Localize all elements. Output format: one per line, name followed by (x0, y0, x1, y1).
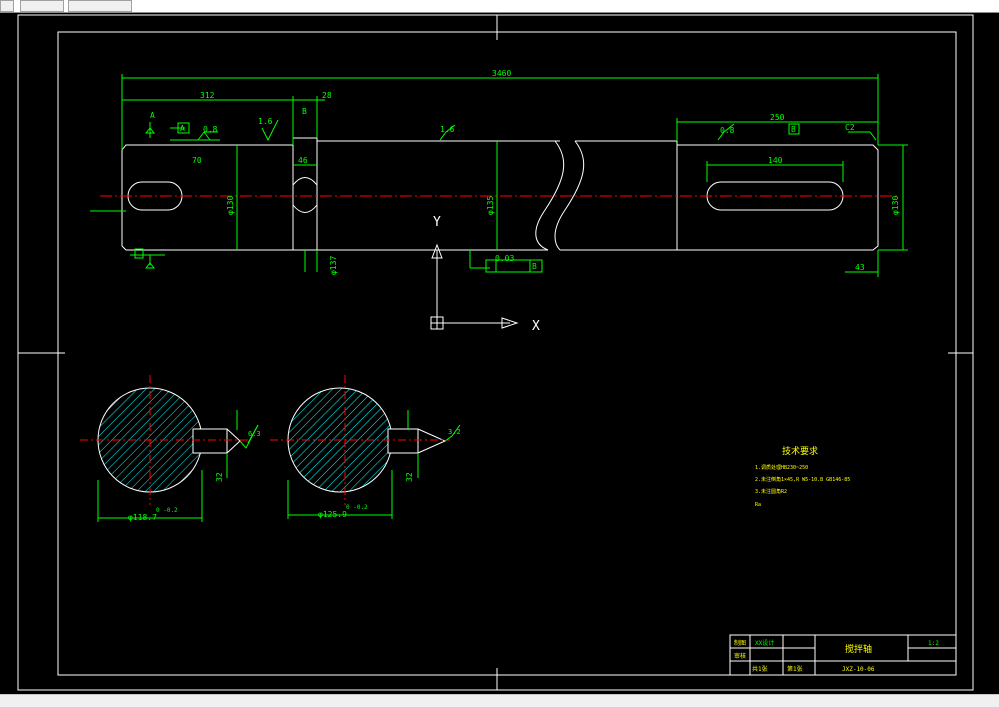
dim-left-key: 70 (192, 156, 202, 165)
section-1-key: 32 (215, 472, 224, 482)
tb-scale: 1:2 (928, 640, 939, 647)
dim-left: 312 (200, 91, 215, 100)
datum-b: B (302, 107, 307, 116)
dimension-lines (90, 74, 908, 277)
outer-frame (17, 14, 974, 691)
toolbar-tab[interactable] (68, 0, 132, 12)
section-1-rough: 6.3 (248, 430, 261, 438)
tb-checker-label: 审核 (734, 652, 746, 660)
sym-a: A (180, 124, 185, 133)
tb-designer: XX设计 (755, 639, 774, 647)
tb-designer-label: 制图 (734, 639, 746, 647)
cad-drawing-canvas[interactable]: 3460 312 28 46 250 140 C2 43 70 A B A B … (0, 12, 999, 694)
dim-right: 250 (770, 113, 785, 122)
section-1-dia: φ118.7 (128, 513, 157, 522)
dia-right: φ130 (891, 196, 900, 215)
gtol-value: 0.03 (495, 254, 514, 263)
dim-groove: 46 (298, 156, 308, 165)
dia-mid: φ135 (486, 196, 495, 215)
status-bar (0, 694, 999, 707)
section-2-key: 32 (405, 472, 414, 482)
tb-part-name: 搅拌轴 (845, 643, 872, 655)
rough-3: 1.6 (440, 125, 455, 134)
datum-a: A (150, 111, 155, 120)
section-view-1: φ118.7 0 -0.2 32 6.3 (80, 375, 261, 522)
section-2-tol: 0 -0.2 (346, 504, 368, 511)
gtol-ref: B (532, 262, 537, 271)
tb-sheet: 共1张 (752, 665, 768, 673)
rough-2: 0.8 (203, 125, 218, 134)
dia-collar: φ137 (329, 256, 338, 275)
tb-sheet-of: 第1张 (787, 665, 803, 673)
tb-drawing-no: JXZ-10-06 (842, 666, 875, 673)
axis-x-label: X (532, 319, 540, 334)
toolbar-tab[interactable] (20, 0, 64, 12)
axis-y-label: Y (433, 215, 441, 230)
dim-right-offset: 43 (855, 263, 865, 272)
section-view-2: φ125.9 0 -0.2 32 3.2 (270, 375, 461, 519)
section-1-tol: 0 -0.2 (156, 507, 178, 514)
tech-title: 技术要求 (782, 445, 818, 457)
dim-chamfer: C2 (845, 123, 855, 132)
rough-4: 0.8 (720, 126, 735, 135)
section-2-rough: 3.2 (448, 428, 461, 436)
inner-frame (57, 31, 957, 676)
toolbar-tab[interactable] (0, 0, 14, 12)
dim-collar: 28 (322, 91, 332, 100)
tech-item: Ra (755, 502, 761, 508)
dim-overall: 3460 (492, 69, 511, 78)
section-2-dia: φ125.9 (318, 510, 347, 519)
tech-requirements: 技术要求 1.调质处理HB230~250 2.未注倒角1×45,R W5-10.… (755, 445, 850, 508)
sym-b: B (791, 125, 796, 134)
tech-item: 2.未注倒角1×45,R W5-10.B GB146-85 (755, 476, 850, 483)
tech-item: 1.调质处理HB230~250 (755, 464, 808, 471)
dim-key-right: 140 (768, 156, 783, 165)
dia-left: φ130 (226, 196, 235, 215)
rough-1: 1.6 (258, 117, 273, 126)
shaft-main-view (121, 137, 879, 251)
tech-item: 3.未注圆角R2 (755, 488, 787, 495)
